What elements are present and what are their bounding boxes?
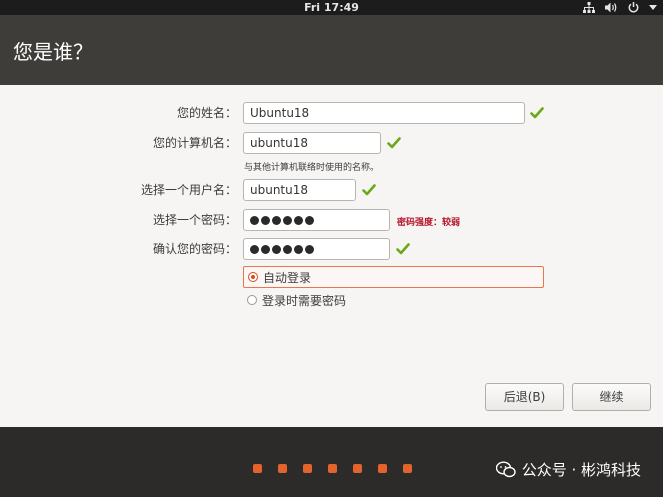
username-label: 选择一个用户名：	[140, 183, 237, 197]
wechat-icon	[495, 461, 516, 478]
continue-button[interactable]: 继续	[572, 383, 651, 411]
clock[interactable]: Fri 17:49	[0, 0, 663, 15]
auto-login-label: 自动登录	[263, 270, 312, 285]
require-password-label: 登录时需要密码	[262, 293, 347, 308]
progress-step	[378, 464, 387, 473]
top-bar: Fri 17:49	[0, 0, 663, 15]
computer-name-valid-check-icon	[387, 137, 401, 149]
name-valid-check-icon	[530, 107, 544, 119]
confirm-password-field[interactable]	[243, 238, 390, 260]
computer-name-hint: 与其他计算机联络时使用的名称。	[244, 163, 380, 173]
system-tray[interactable]	[583, 0, 657, 15]
progress-step	[253, 464, 262, 473]
auto-login-option[interactable]: 自动登录	[243, 266, 544, 288]
password-label: 选择一个密码：	[152, 213, 237, 227]
computer-name-field[interactable]: ubuntu18	[243, 132, 381, 154]
username-valid-check-icon	[362, 184, 376, 196]
password-field[interactable]	[243, 209, 390, 231]
password-strength: 密码强度：较弱	[397, 218, 461, 228]
require-password-option[interactable]: 登录时需要密码	[243, 289, 443, 311]
back-button[interactable]: 后退(B)	[485, 383, 564, 411]
bottom-bar: 公众号 · 彬鸿科技	[0, 427, 663, 497]
progress-step	[278, 464, 287, 473]
progress-step	[328, 464, 337, 473]
confirm-password-valid-check-icon	[396, 243, 410, 255]
confirm-password-mask	[250, 239, 389, 259]
name-field[interactable]: Ubuntu18	[243, 102, 525, 124]
page-header: 您是谁？	[0, 15, 663, 85]
menu-arrow-icon[interactable]	[649, 5, 657, 10]
power-icon[interactable]	[628, 2, 639, 13]
user-setup-form: 您的姓名： Ubuntu18 您的计算机名： ubuntu18 与其他计算机联络…	[0, 85, 663, 427]
computer-name-label: 您的计算机名：	[152, 136, 237, 150]
password-mask	[250, 210, 389, 230]
progress-step	[403, 464, 412, 473]
page-title: 您是谁？	[13, 40, 93, 64]
install-progress	[253, 464, 412, 473]
confirm-password-label: 确认您的密码：	[152, 242, 237, 256]
watermark: 公众号 · 彬鸿科技	[495, 459, 641, 480]
progress-step	[353, 464, 362, 473]
require-password-radio[interactable]	[247, 295, 257, 305]
name-label: 您的姓名：	[176, 106, 237, 120]
volume-icon[interactable]	[605, 2, 618, 13]
network-icon[interactable]	[583, 2, 595, 13]
auto-login-radio[interactable]	[248, 272, 258, 282]
progress-step	[303, 464, 312, 473]
watermark-text: 公众号 · 彬鸿科技	[521, 461, 641, 479]
username-field[interactable]: ubuntu18	[243, 179, 356, 201]
